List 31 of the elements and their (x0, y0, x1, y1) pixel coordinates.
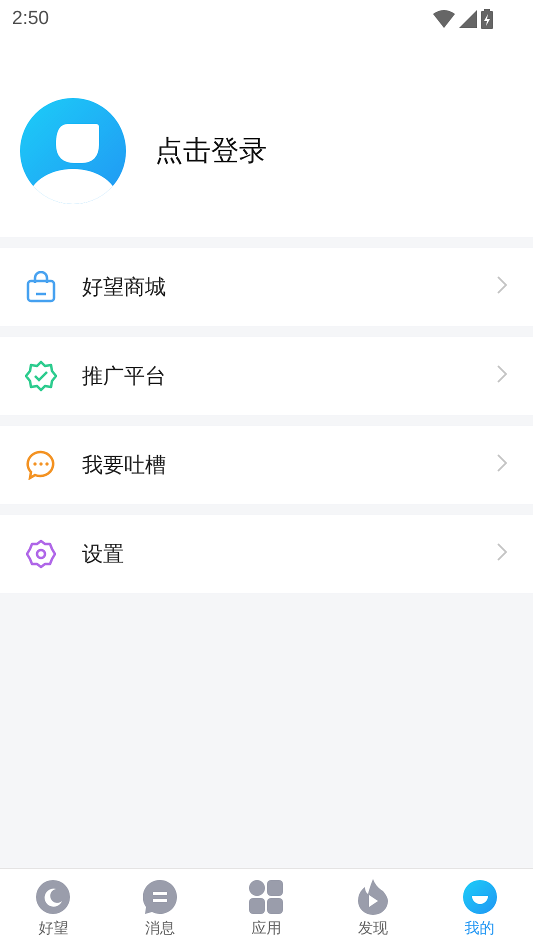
chevron-right-icon (496, 364, 508, 384)
status-time: 2:50 (12, 8, 49, 30)
wifi-icon (433, 10, 455, 28)
shopping-bag-icon (26, 271, 56, 303)
crescent-logo-icon (36, 880, 70, 914)
chat-bubble-icon (26, 450, 56, 480)
settings-icon (26, 539, 56, 569)
chevron-right-icon (496, 275, 508, 295)
tab-item[interactable]: 好望 (0, 869, 107, 948)
menu-item[interactable]: 推广平台 (0, 337, 533, 415)
battery-icon (481, 9, 493, 29)
tab-item[interactable]: 发现 (320, 869, 426, 948)
login-link[interactable]: 点击登录 (155, 132, 267, 170)
flame-play-icon (358, 879, 388, 915)
menu-label: 好望商城 (82, 274, 167, 301)
tab-item[interactable]: 应用 (213, 869, 320, 948)
menu-label: 我要吐槽 (82, 452, 167, 479)
avatar-icon[interactable] (20, 98, 126, 204)
message-icon (142, 880, 177, 914)
chevron-right-icon (496, 542, 508, 562)
chevron-right-icon (496, 453, 508, 473)
menu-item[interactable]: 我要吐槽 (0, 426, 533, 504)
verified-badge-icon (25, 360, 57, 392)
menu-label: 设置 (82, 541, 125, 568)
apps-grid-icon (249, 880, 284, 914)
menu-item[interactable]: 设置 (0, 515, 533, 593)
menu-label: 推广平台 (82, 363, 167, 390)
signal-icon (459, 10, 477, 28)
menu-item[interactable]: 好望商城 (0, 248, 533, 326)
smile-face-icon (462, 880, 497, 914)
tab-item[interactable]: 消息 (106, 869, 214, 948)
